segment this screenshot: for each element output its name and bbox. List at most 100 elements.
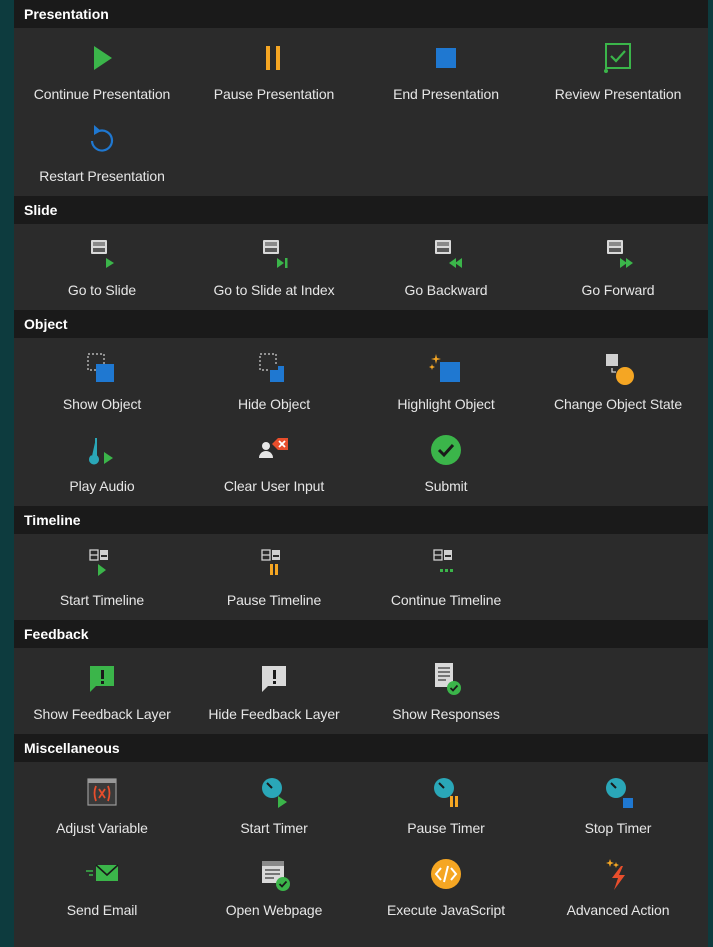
action-label: Hide Feedback Layer xyxy=(208,706,340,722)
action-go-forward-button[interactable]: Go Forward xyxy=(532,228,704,310)
action-label: Go to Slide xyxy=(67,282,137,298)
action-go-to-slide-at-index-button[interactable]: Go to Slide at Index xyxy=(188,228,360,310)
action-open-webpage-button[interactable]: Open Webpage xyxy=(188,848,360,930)
section-grid-timeline: Start Timeline Pause Timeline Continue Tim… xyxy=(14,534,708,620)
action-label: Show Object xyxy=(62,396,142,412)
action-change-object-state-button[interactable]: Change Object State xyxy=(532,342,704,424)
action-end-presentation-button[interactable]: End Presentation xyxy=(360,32,532,114)
action-label: Pause Presentation xyxy=(213,86,335,102)
action-restart-presentation-button[interactable]: Restart Presentation xyxy=(16,114,188,196)
show-feedback-icon xyxy=(82,660,122,698)
action-go-to-slide-button[interactable]: Go to Slide xyxy=(16,228,188,310)
action-label: Change Object State xyxy=(553,396,683,412)
action-label: Start Timeline xyxy=(59,592,145,608)
action-label: Continue Presentation xyxy=(33,86,171,102)
slide-index-icon xyxy=(254,236,294,274)
action-label: Open Webpage xyxy=(225,902,323,918)
section-header-feedback: Feedback xyxy=(14,620,708,648)
action-label: End Presentation xyxy=(393,86,499,102)
action-continue-presentation-button[interactable]: Continue Presentation xyxy=(16,32,188,114)
action-label: Submit xyxy=(424,478,468,494)
action-hide-feedback-layer-button[interactable]: Hide Feedback Layer xyxy=(188,652,360,734)
action-label: Start Timer xyxy=(240,820,308,836)
section-grid-feedback: Show Feedback Layer Hide Feedback Layer Sh… xyxy=(14,648,708,734)
advanced-action-icon xyxy=(598,856,638,894)
action-adjust-variable-button[interactable]: Adjust Variable xyxy=(16,766,188,848)
action-pause-timeline-button[interactable]: Pause Timeline xyxy=(188,538,360,620)
actions-panel: Presentation Continue Presentation Pause P… xyxy=(14,0,708,947)
timeline-continue-icon xyxy=(426,546,466,584)
slide-forward-icon xyxy=(598,236,638,274)
slide-backward-icon xyxy=(426,236,466,274)
section-header-presentation: Presentation xyxy=(14,0,708,28)
javascript-icon xyxy=(426,856,466,894)
action-label: Play Audio xyxy=(69,478,135,494)
section-header-timeline: Timeline xyxy=(14,506,708,534)
section-grid-presentation: Continue Presentation Pause Presentation E… xyxy=(14,28,708,196)
action-label: Show Responses xyxy=(392,706,500,722)
action-pause-timer-button[interactable]: Pause Timer xyxy=(360,766,532,848)
section-header-object: Object xyxy=(14,310,708,338)
hide-feedback-icon xyxy=(254,660,294,698)
action-start-timer-button[interactable]: Start Timer xyxy=(188,766,360,848)
submit-check-icon xyxy=(426,432,466,470)
action-label: Advanced Action xyxy=(566,902,670,918)
show-responses-icon xyxy=(426,660,466,698)
action-label: Continue Timeline xyxy=(390,592,502,608)
action-label: Hide Object xyxy=(237,396,311,412)
timer-stop-icon xyxy=(598,774,638,812)
highlight-object-icon xyxy=(426,350,466,388)
action-label: Clear User Input xyxy=(223,478,325,494)
action-label: Pause Timer xyxy=(407,820,485,836)
section-grid-slide: Go to Slide Go to Slide at Index Go Backwa… xyxy=(14,224,708,310)
action-label: Send Email xyxy=(66,902,138,918)
action-label: Go to Slide at Index xyxy=(213,282,335,298)
action-pause-presentation-button[interactable]: Pause Presentation xyxy=(188,32,360,114)
action-go-backward-button[interactable]: Go Backward xyxy=(360,228,532,310)
action-submit-button[interactable]: Submit xyxy=(360,424,532,506)
webpage-icon xyxy=(254,856,294,894)
action-label: Execute JavaScript xyxy=(386,902,506,918)
timer-pause-icon xyxy=(426,774,466,812)
review-checkbox-icon xyxy=(598,40,638,78)
action-label: Pause Timeline xyxy=(226,592,322,608)
change-state-icon xyxy=(598,350,638,388)
action-stop-timer-button[interactable]: Stop Timer xyxy=(532,766,704,848)
pause-icon xyxy=(254,40,294,78)
hide-object-icon xyxy=(254,350,294,388)
timeline-pause-icon xyxy=(254,546,294,584)
restart-icon xyxy=(82,122,122,160)
show-object-icon xyxy=(82,350,122,388)
action-label: Go Backward xyxy=(404,282,488,298)
action-show-responses-button[interactable]: Show Responses xyxy=(360,652,532,734)
action-advanced-action-button[interactable]: Advanced Action xyxy=(532,848,704,930)
action-hide-object-button[interactable]: Hide Object xyxy=(188,342,360,424)
section-header-miscellaneous: Miscellaneous xyxy=(14,734,708,762)
action-label: Stop Timer xyxy=(584,820,652,836)
action-clear-user-input-button[interactable]: Clear User Input xyxy=(188,424,360,506)
play-icon xyxy=(82,40,122,78)
variable-icon xyxy=(82,774,122,812)
play-audio-icon xyxy=(82,432,122,470)
slide-play-icon xyxy=(82,236,122,274)
action-label: Go Forward xyxy=(581,282,655,298)
timeline-start-icon xyxy=(82,546,122,584)
action-execute-javascript-button[interactable]: Execute JavaScript xyxy=(360,848,532,930)
action-review-presentation-button[interactable]: Review Presentation xyxy=(532,32,704,114)
stop-icon xyxy=(426,40,466,78)
action-play-audio-button[interactable]: Play Audio xyxy=(16,424,188,506)
email-icon xyxy=(82,856,122,894)
section-header-slide: Slide xyxy=(14,196,708,224)
action-label: Adjust Variable xyxy=(56,820,148,836)
action-highlight-object-button[interactable]: Highlight Object xyxy=(360,342,532,424)
action-show-object-button[interactable]: Show Object xyxy=(16,342,188,424)
timer-start-icon xyxy=(254,774,294,812)
action-label: Show Feedback Layer xyxy=(33,706,171,722)
action-start-timeline-button[interactable]: Start Timeline xyxy=(16,538,188,620)
action-continue-timeline-button[interactable]: Continue Timeline xyxy=(360,538,532,620)
action-send-email-button[interactable]: Send Email xyxy=(16,848,188,930)
section-grid-miscellaneous: Adjust Variable Start Timer Pause Timer Sto… xyxy=(14,762,708,930)
action-show-feedback-layer-button[interactable]: Show Feedback Layer xyxy=(16,652,188,734)
action-label: Restart Presentation xyxy=(39,168,165,184)
action-label: Review Presentation xyxy=(554,86,682,102)
